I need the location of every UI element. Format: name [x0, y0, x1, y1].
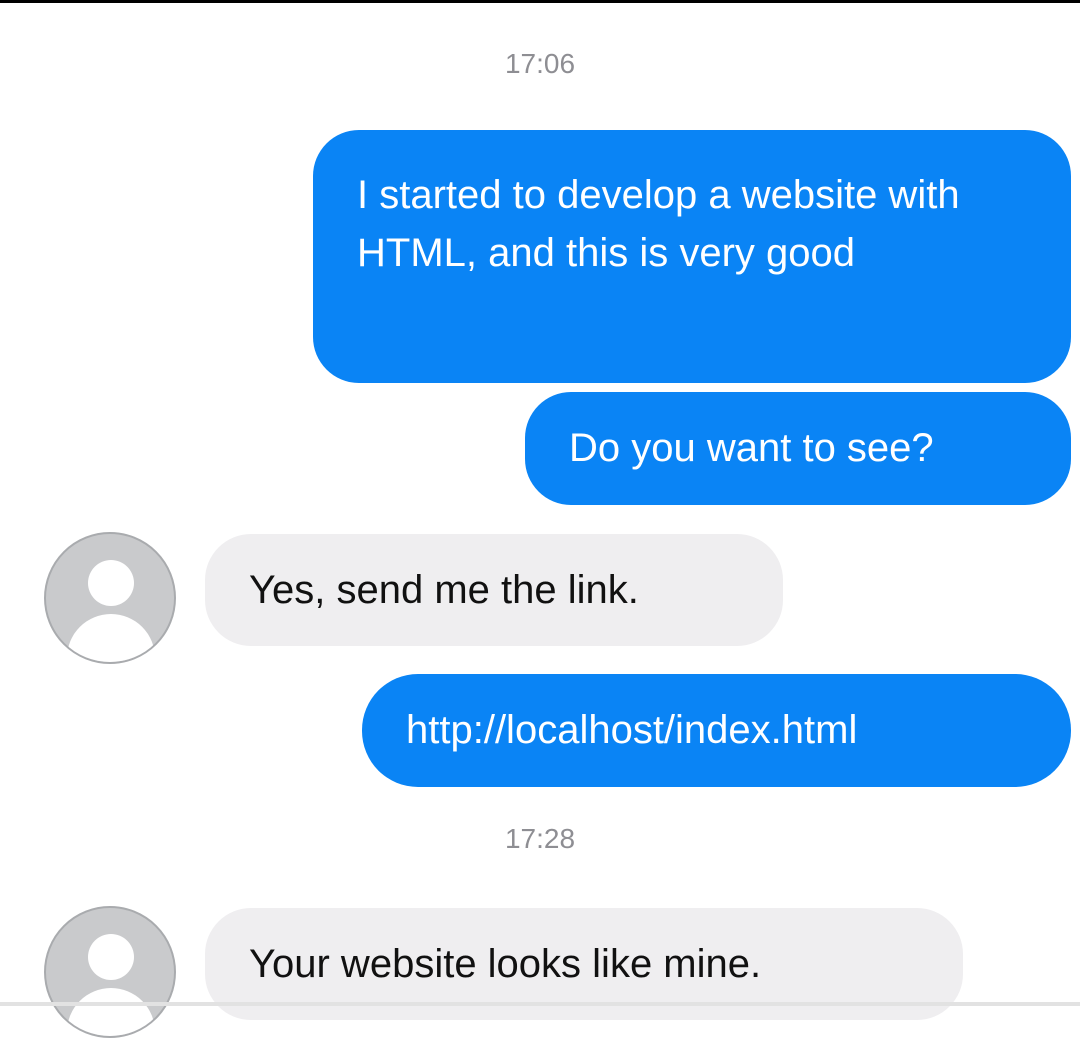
- outgoing-message-bubble[interactable]: I started to develop a website with HTML…: [313, 130, 1071, 383]
- bottom-edge-bar: [0, 1002, 1080, 1006]
- contact-avatar[interactable]: [44, 906, 176, 1038]
- message-text: Do you want to see?: [569, 426, 934, 470]
- contact-avatar[interactable]: [44, 532, 176, 664]
- message-text: I started to develop a website with HTML…: [357, 173, 960, 275]
- outgoing-message-bubble[interactable]: Do you want to see?: [525, 392, 1071, 505]
- timestamp: 17:28: [504, 823, 576, 854]
- message-text: Your website looks like mine.: [249, 942, 762, 986]
- message-text: Yes, send me the link.: [249, 568, 639, 612]
- timestamp: 17:06: [504, 48, 576, 79]
- conversation-thread[interactable]: 17:06 I started to develop a website wit…: [0, 0, 1080, 1038]
- incoming-message-bubble[interactable]: Yes, send me the link.: [205, 534, 783, 646]
- outgoing-link-message-bubble[interactable]: http://localhost/index.html: [362, 674, 1071, 787]
- message-link[interactable]: http://localhost/index.html: [406, 708, 857, 752]
